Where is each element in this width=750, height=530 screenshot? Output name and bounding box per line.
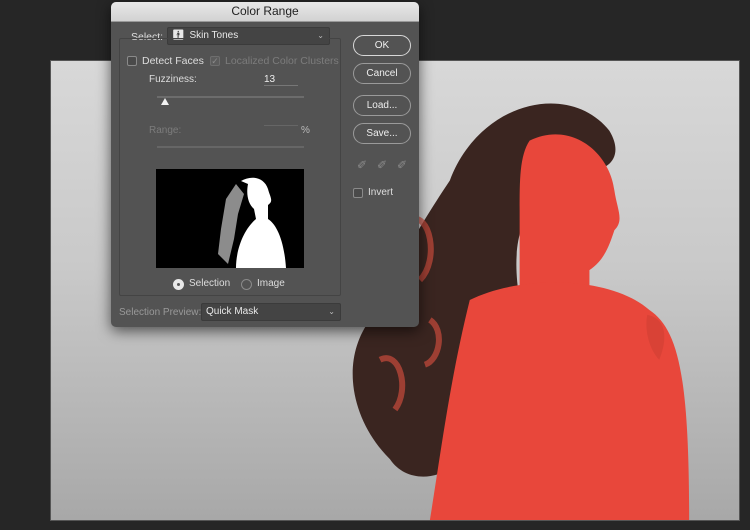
range-slider-track[interactable]	[157, 146, 304, 148]
fuzziness-slider-track[interactable]	[157, 96, 304, 98]
radio-image[interactable]	[241, 279, 252, 290]
invert-checkbox[interactable]	[353, 188, 363, 198]
ok-button[interactable]: OK	[353, 35, 411, 56]
radio-selection[interactable]	[173, 279, 184, 290]
load-button[interactable]: Load...	[353, 95, 411, 116]
detect-faces-label: Detect Faces	[142, 55, 204, 67]
fuzziness-label: Fuzziness:	[149, 74, 197, 85]
options-group: Detect Faces ✓ Localized Color Clusters …	[119, 38, 341, 296]
selection-preview	[156, 169, 304, 268]
localized-clusters-label: Localized Color Clusters	[225, 55, 339, 67]
eyedropper-minus-icon[interactable]: ✐	[397, 158, 407, 172]
detect-faces-checkbox[interactable]	[127, 56, 137, 66]
radio-selection-label: Selection	[189, 278, 231, 289]
save-button[interactable]: Save...	[353, 123, 411, 144]
range-input[interactable]	[264, 125, 298, 126]
fuzziness-slider-thumb[interactable]	[161, 98, 169, 105]
range-label: Range:	[149, 125, 182, 136]
selection-preview-label: Selection Preview:	[119, 307, 202, 318]
dialog-title[interactable]: Color Range	[111, 2, 419, 22]
eyedropper-icon[interactable]: ✐	[357, 158, 367, 172]
chevron-down-icon: ⌄	[328, 307, 335, 316]
range-unit: %	[301, 125, 310, 136]
localized-clusters-checkbox[interactable]: ✓	[210, 56, 220, 66]
color-range-dialog: Color Range Select: 🚹︎ Skin Tones ⌄ Dete…	[111, 2, 419, 327]
selection-preview-dropdown[interactable]: Quick Mask ⌄	[201, 303, 341, 321]
mask-thumbnail	[218, 177, 286, 268]
radio-image-label: Image	[257, 278, 285, 289]
fuzziness-input[interactable]: 13	[264, 74, 298, 86]
invert-label: Invert	[368, 187, 394, 198]
cancel-button[interactable]: Cancel	[353, 63, 411, 84]
selection-preview-value: Quick Mask	[206, 306, 259, 317]
eyedropper-plus-icon[interactable]: ✐	[377, 158, 387, 172]
